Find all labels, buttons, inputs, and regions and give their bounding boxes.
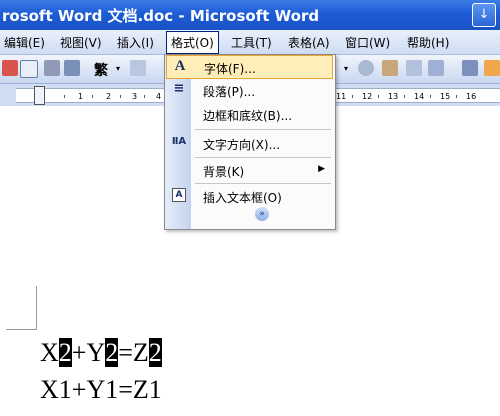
- ruler-number: 4: [156, 92, 162, 101]
- ruler-tick: [430, 95, 431, 98]
- ruler-number: 1: [78, 92, 84, 101]
- ruler-tick: [404, 95, 405, 98]
- ruler-tick: [456, 95, 457, 98]
- menu-item-label: 插入文本框(O): [203, 191, 282, 205]
- columns-icon[interactable]: [462, 60, 478, 76]
- ruler-tick: [144, 95, 145, 98]
- expand-menu-icon[interactable]: »: [255, 207, 269, 221]
- text-direction-icon: ⅡA: [171, 136, 187, 147]
- menu-table[interactable]: 表格(A): [288, 34, 330, 51]
- font-icon: A: [174, 58, 186, 74]
- equation-line-2[interactable]: X1+Y1=Z1: [40, 375, 162, 405]
- traditional-chinese-button[interactable]: 繁: [94, 60, 108, 80]
- margin-marker: [36, 286, 37, 330]
- ruler-number: 11: [336, 92, 347, 101]
- menu-item-insert-textbox[interactable]: A 插入文本框(O): [166, 185, 333, 207]
- print-icon[interactable]: [44, 60, 60, 76]
- menu-item-label: 文字方向(X)...: [203, 138, 281, 152]
- hyperlink-icon[interactable]: [358, 60, 374, 76]
- textbox-icon: A: [172, 188, 186, 202]
- title-bar: rosoft Word 文档.doc - Microsoft Word ↓: [0, 0, 500, 30]
- equation-text: +Y: [71, 338, 106, 367]
- down-arrow-icon: ↓: [478, 7, 490, 22]
- window-title: rosoft Word 文档.doc - Microsoft Word: [2, 7, 320, 25]
- ruler-number: 16: [466, 92, 477, 101]
- menu-item-label: 段落(P)...: [203, 85, 256, 99]
- paragraph-icon: ≡: [173, 81, 185, 96]
- equation-text: X: [40, 338, 59, 367]
- ruler-tick: [352, 95, 353, 98]
- menu-bar: 编辑(E) 视图(V) 插入(I) 格式(O) 工具(T) 表格(A) 窗口(W…: [0, 30, 500, 55]
- margin-marker: [6, 329, 37, 330]
- tables-borders-icon[interactable]: [382, 60, 398, 76]
- indent-marker-icon[interactable]: [34, 86, 45, 105]
- open-icon[interactable]: [2, 60, 18, 76]
- menu-item-font[interactable]: A 字体(F)...: [166, 55, 333, 79]
- drawing-icon[interactable]: [484, 60, 500, 76]
- preview-icon[interactable]: [64, 60, 80, 76]
- menu-view[interactable]: 视图(V): [60, 34, 102, 51]
- insert-table-icon[interactable]: [406, 60, 422, 76]
- menu-item-text-direction[interactable]: ⅡA 文字方向(X)...: [166, 132, 333, 154]
- equation-text: =Z: [118, 338, 149, 367]
- menu-item-borders-shading[interactable]: 边框和底纹(B)...: [166, 103, 333, 125]
- ruler-number: 12: [362, 92, 373, 101]
- menu-edit[interactable]: 编辑(E): [4, 34, 45, 51]
- menu-separator: [195, 157, 331, 158]
- selected-text: 2: [148, 338, 162, 367]
- selected-text: 2: [58, 338, 72, 367]
- format-menu-dropdown: A 字体(F)... ≡ 段落(P)... 边框和底纹(B)... ⅡA 文字方…: [164, 54, 336, 230]
- dropdown-arrow-icon[interactable]: ▾: [116, 64, 120, 73]
- ruler-tick: [378, 95, 379, 98]
- ruler-number: 2: [106, 92, 112, 101]
- menu-item-paragraph[interactable]: ≡ 段落(P)...: [166, 79, 333, 101]
- ruler-number: 14: [414, 92, 425, 101]
- spelling-icon[interactable]: [130, 60, 146, 76]
- menu-item-label: 字体(F)...: [204, 62, 256, 76]
- menu-item-background[interactable]: 背景(K) ▶: [166, 159, 333, 181]
- selected-text: 2: [105, 338, 119, 367]
- menu-window[interactable]: 窗口(W): [345, 34, 390, 51]
- ruler-number: 15: [440, 92, 451, 101]
- ruler-number: 3: [132, 92, 138, 101]
- ruler-tick: [92, 95, 93, 98]
- ruler-number: 13: [388, 92, 399, 101]
- insert-excel-icon[interactable]: [428, 60, 444, 76]
- menu-separator: [195, 183, 331, 184]
- menu-item-label: 边框和底纹(B)...: [203, 109, 293, 123]
- menu-insert[interactable]: 插入(I): [117, 34, 154, 51]
- dropdown-arrow-icon[interactable]: ▾: [344, 64, 348, 73]
- menu-tools[interactable]: 工具(T): [231, 34, 272, 51]
- menu-help[interactable]: 帮助(H): [407, 34, 449, 51]
- ruler-tick: [64, 95, 65, 98]
- menu-item-label: 背景(K): [203, 165, 245, 179]
- menu-format[interactable]: 格式(O): [166, 31, 219, 54]
- ruler-tick: [120, 95, 121, 98]
- menu-separator: [195, 129, 331, 130]
- submenu-arrow-icon: ▶: [318, 164, 325, 174]
- window-control-button[interactable]: ↓: [472, 3, 496, 27]
- print-preview-icon[interactable]: [20, 60, 38, 78]
- equation-line-1[interactable]: X2+Y2=Z2: [40, 338, 162, 368]
